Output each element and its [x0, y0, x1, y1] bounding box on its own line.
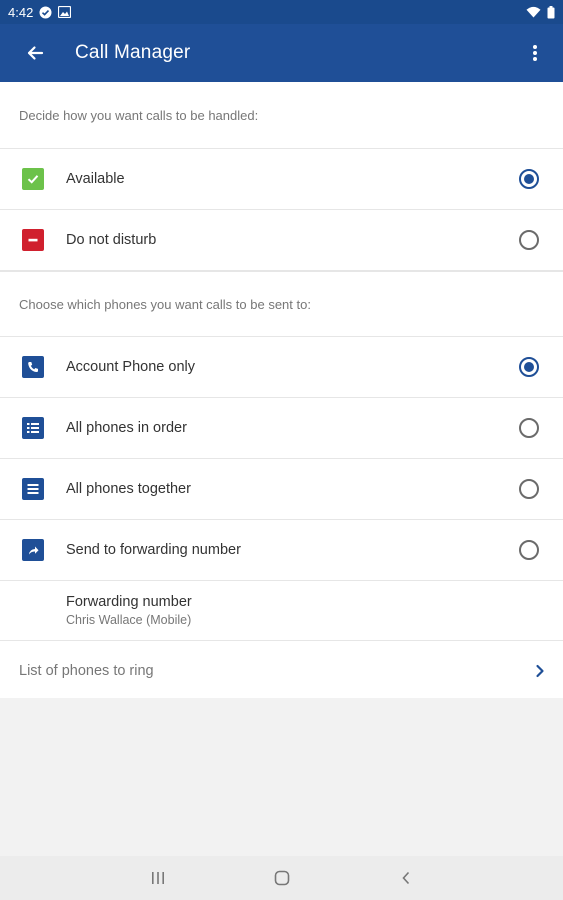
chevron-left-icon [401, 871, 409, 885]
ordered-list-icon [22, 417, 44, 439]
option-label: Do not disturb [66, 232, 157, 248]
settings-list: Decide how you want calls to be handled:… [0, 82, 563, 698]
battery-icon [547, 5, 555, 19]
image-icon [58, 6, 72, 18]
status-time: 4:42 [8, 4, 34, 20]
chevron-right-icon [535, 664, 545, 678]
forwarding-number-value: Chris Wallace (Mobile) [66, 613, 192, 627]
check-icon [22, 168, 44, 190]
radio-do-not-disturb[interactable] [519, 230, 539, 250]
phones-to-ring-label: List of phones to ring [19, 662, 154, 679]
back-nav-button[interactable] [344, 856, 468, 900]
option-label: Account Phone only [66, 359, 195, 375]
option-account-phone-only[interactable]: Account Phone only [0, 337, 563, 398]
list-icon [22, 478, 44, 500]
more-vert-icon [533, 45, 537, 61]
arrow-left-icon [27, 46, 44, 60]
option-label: Available [66, 171, 125, 187]
forwarding-number-title: Forwarding number [66, 594, 192, 610]
option-label: All phones in order [66, 420, 187, 436]
forwarding-number-item[interactable]: Forwarding number Chris Wallace (Mobile) [0, 581, 563, 641]
wifi-icon [526, 6, 541, 18]
option-do-not-disturb[interactable]: Do not disturb [0, 210, 563, 271]
availability-header: Decide how you want calls to be handled: [0, 82, 563, 149]
status-bar: 4:42 [0, 0, 563, 24]
option-send-to-forwarding-number[interactable]: Send to forwarding number [0, 520, 563, 581]
option-label: Send to forwarding number [66, 542, 241, 558]
home-icon [274, 870, 289, 886]
option-label: All phones together [66, 481, 191, 497]
forward-icon [22, 539, 44, 561]
option-available[interactable]: Available [0, 149, 563, 210]
radio-account-phone-only[interactable] [519, 357, 539, 377]
radio-all-phones-together[interactable] [519, 479, 539, 499]
radio-available[interactable] [519, 169, 539, 189]
routing-header: Choose which phones you want calls to be… [0, 271, 563, 337]
overflow-menu-button[interactable] [517, 35, 553, 71]
dnd-icon [22, 229, 44, 251]
radio-all-phones-in-order[interactable] [519, 418, 539, 438]
option-all-phones-in-order[interactable]: All phones in order [0, 398, 563, 459]
system-nav-bar [0, 856, 563, 900]
phones-to-ring-link[interactable]: List of phones to ring [0, 641, 563, 700]
home-button[interactable] [220, 856, 344, 900]
app-bar: Call Manager [0, 24, 563, 82]
back-button[interactable] [17, 35, 53, 71]
recents-icon [151, 872, 164, 884]
radio-send-to-forwarding-number[interactable] [519, 540, 539, 560]
recent-apps-button[interactable] [96, 856, 220, 900]
option-all-phones-together[interactable]: All phones together [0, 459, 563, 520]
check-circle-icon [39, 6, 52, 19]
phone-icon [22, 356, 44, 378]
page-title: Call Manager [75, 42, 191, 63]
